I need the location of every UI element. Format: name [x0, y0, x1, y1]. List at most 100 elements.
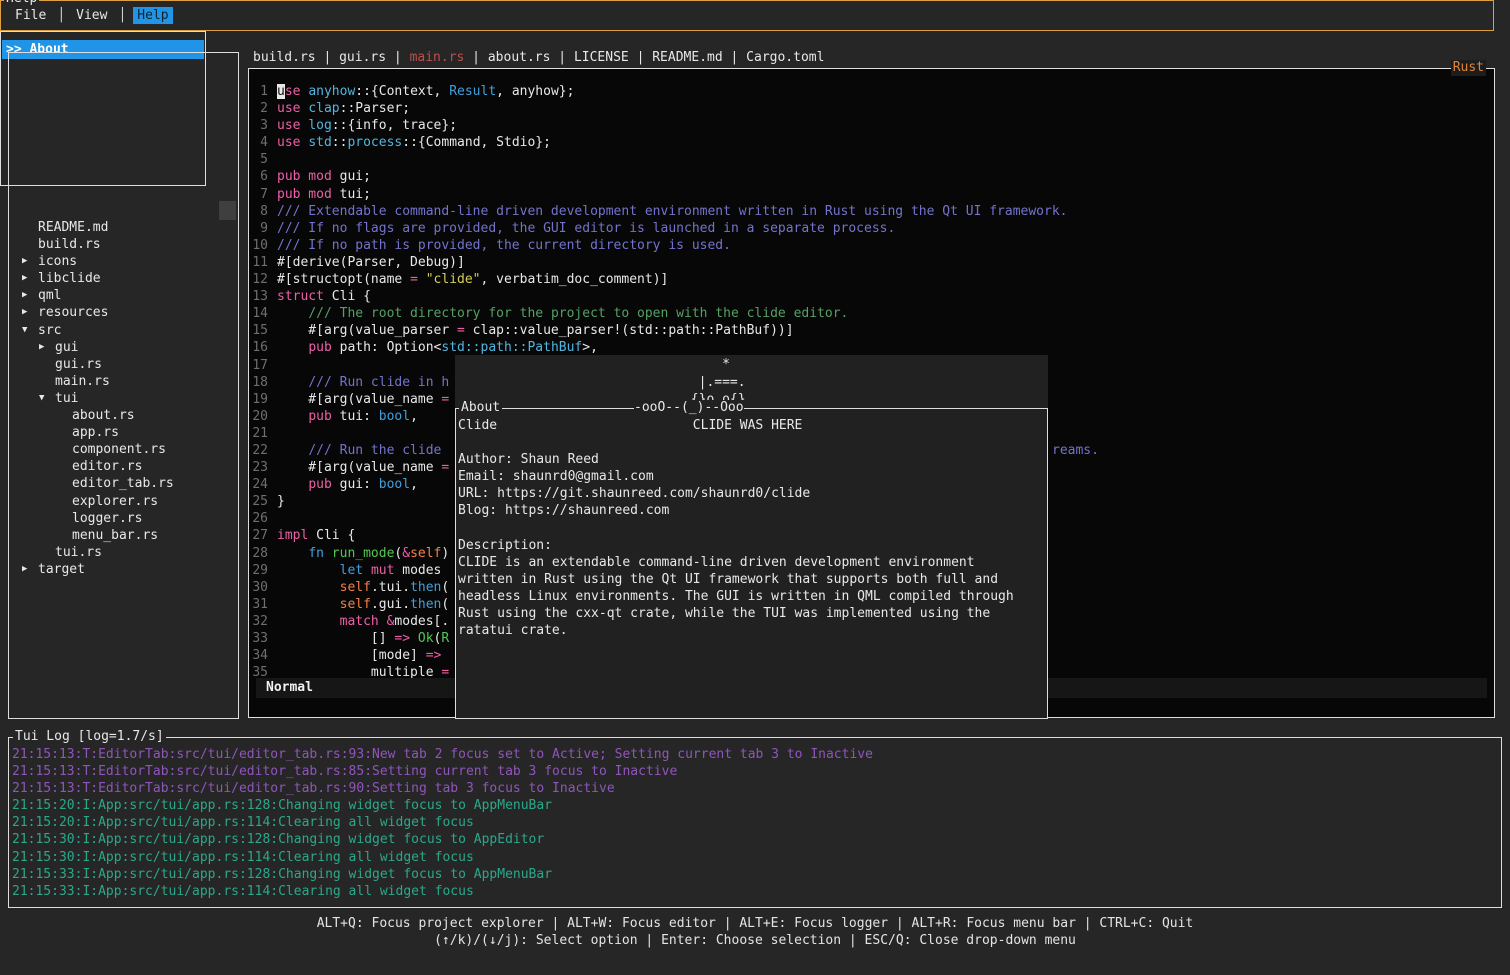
tree-item-logger-rs[interactable]: logger.rs	[10, 510, 237, 527]
code-line: 3use log::{info, trace};	[252, 117, 1492, 134]
line-number: 1	[252, 83, 268, 100]
tree-item-label: main.rs	[55, 373, 110, 390]
explorer-scrollbar-thumb[interactable]	[219, 201, 236, 220]
tree-item-app-rs[interactable]: app.rs	[10, 424, 237, 441]
tab-cargo-toml[interactable]: Cargo.toml	[746, 49, 824, 67]
line-number: 7	[252, 186, 268, 203]
code-line: 11#[derive(Parser, Debug)]	[252, 254, 1492, 271]
comment-overflow-fragment: reams.	[1052, 442, 1099, 459]
tab-readme-md[interactable]: README.md	[652, 49, 722, 67]
line-number: 23	[252, 459, 268, 476]
line-number: 20	[252, 408, 268, 425]
code-text: #[arg(value_parser = clap::value_parser!…	[277, 322, 794, 339]
chevron-right-icon: ▶	[22, 270, 38, 287]
code-text: pub tui: bool,	[277, 408, 418, 425]
tree-item-explorer-rs[interactable]: explorer.rs	[10, 493, 237, 510]
line-number: 13	[252, 288, 268, 305]
line-number: 28	[252, 545, 268, 562]
tree-item-build-rs[interactable]: build.rs	[10, 236, 237, 253]
tree-item-label: gui	[55, 339, 78, 356]
line-number: 11	[252, 254, 268, 271]
tree-item-about-rs[interactable]: about.rs	[10, 407, 237, 424]
project-explorer-panel[interactable]: README.md build.rs ▶icons ▶libclide ▶qml…	[8, 52, 239, 719]
line-number: 34	[252, 647, 268, 664]
tree-item-label: app.rs	[72, 424, 119, 441]
code-text: use std::process::{Command, Stdio};	[277, 134, 551, 151]
code-text: /// Run the clide	[277, 442, 449, 459]
tree-item-qml[interactable]: ▶qml	[10, 287, 237, 304]
shortcut-line-2: (↑/k)/(↓/j): Select option | Enter: Choo…	[0, 932, 1510, 949]
line-number: 10	[252, 237, 268, 254]
code-line: 15 #[arg(value_parser = clap::value_pars…	[252, 322, 1492, 339]
log-entry: 21:15:30:I:App:src/tui/app.rs:114:Cleari…	[12, 849, 1501, 866]
code-line: 12#[structopt(name = "clide", verbatim_d…	[252, 271, 1492, 288]
code-text: /// If no path is provided, the current …	[277, 237, 731, 254]
code-text: pub mod gui;	[277, 168, 371, 185]
tree-item-libclide[interactable]: ▶libclide	[10, 270, 237, 287]
tree-item-label: README.md	[38, 219, 108, 236]
tree-item-resources[interactable]: ▶resources	[10, 304, 237, 321]
code-line: 2use clap::Parser;	[252, 100, 1492, 117]
tree-item-label: explorer.rs	[72, 493, 158, 510]
code-text: pub path: Option<std::path::PathBuf>,	[277, 339, 598, 356]
line-number: 16	[252, 339, 268, 356]
tab-about-rs[interactable]: about.rs	[488, 49, 551, 67]
log-panel-title: Tui Log [log=1.7/s]	[13, 729, 166, 745]
tree-item-label: libclide	[38, 270, 101, 287]
code-line: 6 pub mod gui;	[252, 168, 1492, 185]
tree-item-component-rs[interactable]: component.rs	[10, 441, 237, 458]
menu-item-label: View	[76, 8, 107, 23]
code-line: 7 pub mod tui;	[252, 186, 1492, 203]
tree-item-label: editor.rs	[72, 458, 142, 475]
tree-item-label: target	[38, 561, 85, 578]
tree-item-label: editor_tab.rs	[72, 475, 174, 492]
about-popup-title: About	[459, 400, 502, 416]
code-text: #[arg(value_name =	[277, 391, 449, 408]
line-number: 5	[252, 151, 268, 168]
line-number: 31	[252, 596, 268, 613]
code-line: 14 /// The root directory for the projec…	[252, 305, 1492, 322]
menu-item-view[interactable]: View	[72, 7, 111, 24]
line-number: 6	[252, 168, 268, 185]
tab-build-rs[interactable]: build.rs	[253, 49, 316, 67]
tree-item-target[interactable]: ▶target	[10, 561, 237, 578]
tree-item-main-rs[interactable]: main.rs	[10, 373, 237, 390]
menu-items: File│View│Help	[11, 7, 173, 24]
tree-item-gui-rs[interactable]: gui.rs	[10, 356, 237, 373]
line-number: 3	[252, 117, 268, 134]
line-number: 29	[252, 562, 268, 579]
code-line: 4use std::process::{Command, Stdio};	[252, 134, 1492, 151]
code-text: /// The root directory for the project t…	[277, 305, 848, 322]
tab-separator: |	[464, 49, 487, 67]
code-text: pub mod tui;	[277, 186, 371, 203]
tui-log-panel[interactable]: Tui Log [log=1.7/s] 21:15:13:T:EditorTab…	[8, 737, 1502, 908]
tree-item-tui[interactable]: ▼tui	[10, 390, 237, 407]
tab-license[interactable]: LICENSE	[574, 49, 629, 67]
tree-item-src[interactable]: ▼src	[10, 322, 237, 339]
tree-item-icons[interactable]: ▶icons	[10, 253, 237, 270]
tree-item-editor-rs[interactable]: editor.rs	[10, 458, 237, 475]
tab-gui-rs[interactable]: gui.rs	[339, 49, 386, 67]
tree-item-label: gui.rs	[55, 356, 102, 373]
shortcut-bar: ALT+Q: Focus project explorer | ALT+W: F…	[0, 915, 1510, 950]
tree-item-menu-bar-rs[interactable]: menu_bar.rs	[10, 527, 237, 544]
tree-item-label: menu_bar.rs	[72, 527, 158, 544]
line-number: 30	[252, 579, 268, 596]
log-entry: 21:15:33:I:App:src/tui/app.rs:128:Changi…	[12, 866, 1501, 883]
about-popup-box: About -ooO--(_)--Ooo Clide CLIDE WAS HER…	[455, 408, 1048, 719]
tree-item-editor-tab-rs[interactable]: editor_tab.rs	[10, 475, 237, 492]
chevron-right-icon: ▶	[22, 287, 38, 304]
line-number: 25	[252, 493, 268, 510]
code-text: }	[277, 493, 285, 510]
log-entry: 21:15:30:I:App:src/tui/app.rs:128:Changi…	[12, 831, 1501, 848]
tree-item-gui[interactable]: ▶gui	[10, 339, 237, 356]
tab-separator: |	[723, 49, 746, 67]
menu-item-help[interactable]: Help	[133, 7, 172, 24]
tab-main-rs[interactable]: main.rs	[410, 49, 465, 67]
code-line: 5	[252, 151, 1492, 168]
about-popup: * |.===. {}o o{} About -ooO--(_)--Ooo Cl…	[455, 355, 1048, 719]
menu-item-file[interactable]: File	[11, 7, 50, 24]
tree-item-tui-rs[interactable]: tui.rs	[10, 544, 237, 561]
code-line: 1use anyhow::{Context, Result, anyhow};	[252, 83, 1492, 100]
tree-item-readme-md[interactable]: README.md	[10, 219, 237, 236]
